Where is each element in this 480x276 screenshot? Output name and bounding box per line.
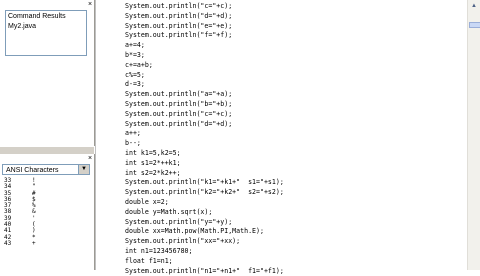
code-line[interactable]: System.out.println("c="+c); <box>125 110 284 120</box>
code-line[interactable]: System.out.println("n1="+n1+" f1="+f1); <box>125 267 284 276</box>
code-line[interactable]: int n1=123456780; <box>125 247 284 257</box>
code-line[interactable]: double y=Math.sqrt(x); <box>125 208 284 218</box>
code-line[interactable]: float f1=n1; <box>125 257 284 267</box>
code-line[interactable]: int s2=2*k2++; <box>125 169 284 179</box>
code-line[interactable]: System.out.println("d="+d); <box>125 120 284 130</box>
chevron-down-icon[interactable]: ▼ <box>78 165 89 174</box>
list-item[interactable]: Command Results <box>8 12 84 22</box>
code-line[interactable]: System.out.println("xx="+xx); <box>125 237 284 247</box>
character-table: 33! 34 " 35 #36 $37% 38 & 39 ' 40(41) 42 * 43 + <box>2 177 90 247</box>
charset-select[interactable]: ANSI Characters ▼ <box>2 164 90 175</box>
code-line[interactable]: b--; <box>125 139 284 149</box>
character-panel: × ANSI Characters ▼ 33! 34 " 35 #36 $37% 38 & 39… <box>0 154 95 270</box>
code-line[interactable]: d-=3; <box>125 80 284 90</box>
code-line[interactable]: System.out.println("c="+c); <box>125 2 284 12</box>
scrollbar-thumb[interactable] <box>469 22 480 28</box>
code-line[interactable]: System.out.println("b="+b); <box>125 100 284 110</box>
code-line[interactable]: System.out.println("a="+a); <box>125 90 284 100</box>
charset-select-value: ANSI Characters <box>6 167 59 174</box>
close-icon[interactable]: × <box>88 1 94 8</box>
code-line[interactable]: b*=3; <box>125 51 284 61</box>
scroll-up-icon[interactable]: ▲ <box>469 1 479 11</box>
code-line[interactable]: System.out.println("f="+f); <box>125 31 284 41</box>
char-glyph: + <box>32 239 36 247</box>
char-code: 43 <box>4 239 12 247</box>
code-line[interactable]: System.out.println("d="+d); <box>125 12 284 22</box>
list-item[interactable]: My2.java <box>8 22 84 32</box>
code-line[interactable]: System.out.println("e="+e); <box>125 22 284 32</box>
code-line[interactable]: c%=5; <box>125 71 284 81</box>
close-icon[interactable]: × <box>88 155 92 162</box>
code-line[interactable]: c+=a+b; <box>125 61 284 71</box>
code-line[interactable]: a+=4; <box>125 41 284 51</box>
code-line[interactable]: a++; <box>125 129 284 139</box>
code-line[interactable]: double xx=Math.pow(Math.PI,Math.E); <box>125 227 284 237</box>
code-line[interactable]: int s1=2*++k1; <box>125 159 284 169</box>
left-panels: × Command Results My2.java × ANSI Charac… <box>0 0 95 270</box>
code-line[interactable]: double x=2; <box>125 198 284 208</box>
vertical-scrollbar[interactable]: ▲ <box>467 0 480 270</box>
code-line[interactable]: System.out.println("k1="+k1+" s1="+s1); <box>125 178 284 188</box>
output-list[interactable]: Command Results My2.java <box>5 10 87 56</box>
table-row[interactable]: 43 + <box>2 239 90 247</box>
code-line[interactable]: int k1=5,k2=5; <box>125 149 284 159</box>
code-lines[interactable]: System.out.println("c="+c); System.out.pr… <box>125 2 284 276</box>
code-editor[interactable]: System.out.println("c="+c); System.out.pr… <box>95 0 468 275</box>
output-panel: × Command Results My2.java <box>0 0 95 146</box>
code-line[interactable]: System.out.println("k2="+k2+" s2="+s2); <box>125 188 284 198</box>
code-line[interactable]: System.out.println("y="+y); <box>125 218 284 228</box>
